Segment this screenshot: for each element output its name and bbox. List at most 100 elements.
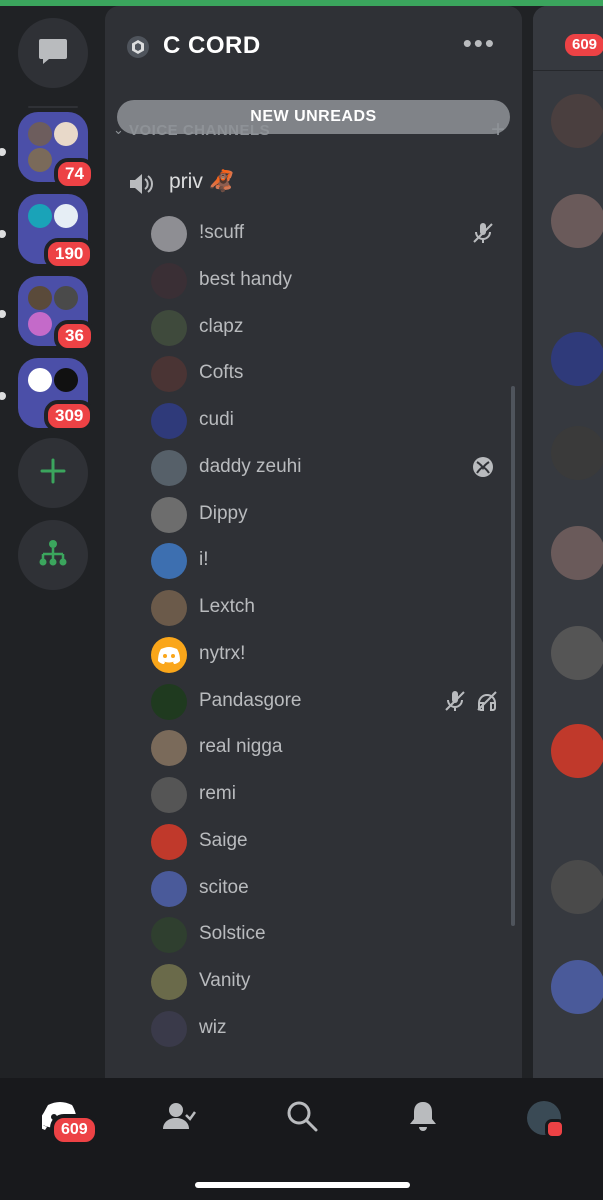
avatar <box>151 683 187 720</box>
speaker-icon <box>127 170 155 198</box>
member-name: nytrx! <box>199 642 246 664</box>
voice-member[interactable]: Saige <box>151 822 511 862</box>
channel-name: priv 🦧 <box>169 170 235 193</box>
member-name: Dippy <box>199 502 248 524</box>
mention-badge: 190 <box>44 238 95 270</box>
scrollbar[interactable] <box>511 386 515 926</box>
chat-bubble-icon <box>38 37 68 70</box>
nav-notifications[interactable] <box>401 1096 445 1140</box>
chat-preview-peek[interactable]: 609 <box>533 6 603 1078</box>
member-name: real nigga <box>199 736 283 758</box>
explore-servers-button[interactable] <box>18 520 88 590</box>
avatar <box>551 526 603 580</box>
hierarchy-icon <box>37 537 69 574</box>
avatar <box>551 626 603 680</box>
unread-indicator <box>0 392 6 400</box>
member-name: Saige <box>199 829 248 851</box>
member-name: Solstice <box>199 923 266 945</box>
voice-member[interactable]: nytrx! <box>151 635 511 675</box>
member-name: cudi <box>199 409 234 430</box>
avatar <box>151 917 187 954</box>
plus-icon <box>39 457 67 490</box>
voice-member[interactable]: wiz <box>151 1009 511 1049</box>
avatar <box>551 724 603 778</box>
avatar <box>151 777 187 813</box>
voice-member[interactable]: remi <box>151 775 511 815</box>
member-name: i! <box>199 549 209 571</box>
avatar <box>551 860 603 914</box>
server-boost-icon <box>127 36 149 58</box>
avatar <box>151 403 187 439</box>
member-name: wiz <box>199 1016 227 1038</box>
nav-profile[interactable] <box>522 1096 566 1140</box>
voice-member[interactable]: clapz <box>151 308 511 348</box>
member-name: scitoe <box>199 876 249 898</box>
more-options-icon[interactable]: ••• <box>463 30 496 56</box>
voice-channel-priv[interactable]: priv 🦧 <box>127 166 507 202</box>
avatar <box>151 216 187 252</box>
channel-panel: C CORD ••• ⌄ VOICE CHANNELS + NEW UNREAD… <box>105 6 522 1078</box>
avatar <box>151 496 187 533</box>
avatar <box>527 1101 565 1139</box>
voice-member[interactable]: !scuff <box>151 214 511 254</box>
friends-icon <box>162 1101 197 1136</box>
add-server-button[interactable] <box>18 438 88 508</box>
muted-icon <box>443 689 467 713</box>
voice-member[interactable]: Vanity <box>151 962 511 1002</box>
avatar <box>151 449 187 486</box>
bell-icon <box>408 1100 438 1137</box>
avatar <box>151 356 187 393</box>
member-name: Vanity <box>199 970 251 991</box>
unread-indicator <box>0 310 6 318</box>
member-name: Pandasgore <box>199 689 302 711</box>
avatar <box>551 194 603 248</box>
voice-member[interactable]: best handy <box>151 261 511 301</box>
avatar <box>151 730 187 767</box>
unread-indicator <box>0 230 6 238</box>
voice-member[interactable]: scitoe <box>151 869 511 909</box>
voice-member[interactable]: Solstice <box>151 915 511 955</box>
avatar <box>151 590 187 626</box>
member-name: daddy zeuhi <box>199 455 302 477</box>
member-name: Lextch <box>199 596 255 617</box>
voice-member[interactable]: Pandasgore <box>151 682 511 722</box>
voice-member[interactable]: Cofts <box>151 354 511 394</box>
xbox-icon <box>471 455 495 479</box>
avatar <box>151 262 187 299</box>
avatar <box>551 94 603 148</box>
avatar <box>151 309 187 346</box>
rail-separator <box>28 106 78 108</box>
search-icon <box>286 1100 318 1137</box>
home-badge: 609 <box>50 1114 99 1146</box>
unread-indicator <box>0 148 6 156</box>
avatar <box>151 636 187 673</box>
member-name: clapz <box>199 315 244 337</box>
direct-messages-button[interactable] <box>18 18 88 88</box>
muted-icon <box>471 221 495 245</box>
avatar <box>151 964 187 1000</box>
voice-member[interactable]: daddy zeuhi <box>151 448 511 488</box>
nav-search[interactable] <box>280 1096 324 1140</box>
peek-header: 609 <box>533 6 603 71</box>
server-rail: 74 190 36 309 <box>0 6 105 1078</box>
voice-member[interactable]: Dippy <box>151 495 511 535</box>
voice-member[interactable]: real nigga <box>151 728 511 768</box>
member-name: remi <box>199 783 236 804</box>
voice-member[interactable]: cudi <box>151 401 511 441</box>
nav-friends[interactable] <box>157 1096 201 1140</box>
avatar <box>151 870 187 907</box>
voice-member[interactable]: Lextch <box>151 588 511 628</box>
voice-member[interactable]: i! <box>151 541 511 581</box>
member-name: best handy <box>199 268 292 290</box>
deafened-icon <box>475 689 499 713</box>
mention-badge: 609 <box>561 30 603 60</box>
avatar <box>551 426 603 480</box>
member-name: !scuff <box>199 222 245 243</box>
mention-badge: 74 <box>54 158 95 190</box>
new-unreads-banner[interactable]: NEW UNREADS <box>117 100 510 134</box>
avatar <box>151 823 187 860</box>
avatar <box>551 332 603 386</box>
member-name: Cofts <box>199 362 244 384</box>
server-header[interactable]: C CORD ••• <box>105 6 522 86</box>
home-indicator <box>195 1182 410 1188</box>
